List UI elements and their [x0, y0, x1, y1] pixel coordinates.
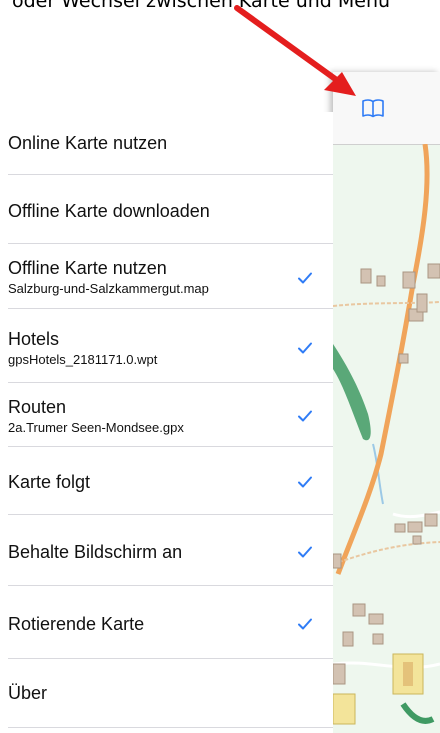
- menu-item-karte-folgt[interactable]: Karte folgt: [8, 447, 333, 515]
- menu-item-subtitle: Salzburg-und-Salzkammergut.map: [8, 281, 209, 296]
- menu-item-label: Karte folgt: [8, 472, 91, 492]
- menu-item-rotierende-karte[interactable]: Rotierende Karte: [8, 586, 333, 659]
- menu-item-subtitle: 2a.Trumer Seen-Mondsee.gpx: [8, 420, 184, 435]
- side-menu: Online Karte nutzen Offline Karte downlo…: [0, 112, 333, 733]
- map-view[interactable]: [333, 72, 440, 733]
- menu-item-ueber[interactable]: Über: [8, 659, 333, 728]
- menu-item-online-karte[interactable]: Online Karte nutzen: [8, 112, 333, 175]
- menu-item-label: Offline Karte nutzen: [8, 258, 167, 278]
- checkmark-icon: [298, 272, 312, 284]
- menu-item-hotels[interactable]: Hotels gpsHotels_2181171.0.wpt: [8, 309, 333, 383]
- menu-item-routen[interactable]: Routen 2a.Trumer Seen-Mondsee.gpx: [8, 383, 333, 447]
- checkmark-icon: [298, 476, 312, 488]
- menu-item-subtitle: gpsHotels_2181171.0.wpt: [8, 352, 158, 367]
- instruction-caption: oder Wechsel zwischen Karte und Menü: [12, 0, 391, 12]
- map-canvas: [333, 144, 440, 725]
- menu-item-label: Online Karte nutzen: [8, 133, 168, 153]
- checkmark-icon: [298, 342, 312, 354]
- menu-item-offline-download[interactable]: Offline Karte downloaden: [8, 175, 333, 244]
- menu-item-label: Routen: [8, 397, 67, 417]
- menu-item-label: Behalte Bildschirm an: [8, 542, 183, 562]
- menu-item-label: Über: [8, 683, 48, 703]
- menu-item-label: Hotels: [8, 329, 60, 349]
- menu-item-label: Rotierende Karte: [8, 614, 145, 634]
- checkmark-icon: [298, 546, 312, 558]
- checkmark-icon: [298, 410, 312, 422]
- menu-item-offline-karte[interactable]: Offline Karte nutzen Salzburg-und-Salzka…: [8, 244, 333, 309]
- menu-item-bildschirm-an[interactable]: Behalte Bildschirm an: [8, 515, 333, 586]
- menu-item-label: Offline Karte downloaden: [8, 201, 210, 221]
- map-toolbar: [333, 72, 440, 145]
- book-icon[interactable]: [361, 98, 385, 118]
- checkmark-icon: [298, 618, 312, 630]
